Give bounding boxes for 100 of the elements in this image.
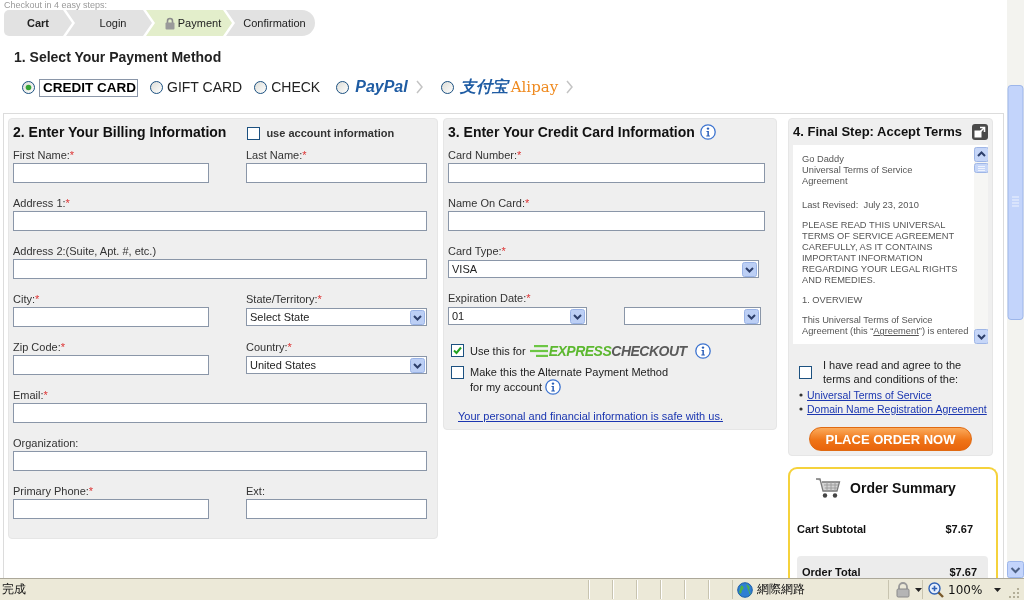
zoom-icon[interactable] xyxy=(928,581,944,598)
checkbox[interactable] xyxy=(451,344,464,357)
text-field[interactable] xyxy=(246,163,427,183)
radio-label[interactable]: CREDIT CARD xyxy=(39,78,138,97)
caret-icon[interactable] xyxy=(915,587,922,592)
globe-icon xyxy=(737,581,753,598)
field-label: State/Territory:* xyxy=(246,292,322,306)
field-label: Ext: xyxy=(246,484,265,498)
field-label: Name On Card:* xyxy=(448,196,530,210)
summary-amount: $7.67 xyxy=(945,522,973,536)
step-label: Confirmation xyxy=(243,17,306,29)
logo-text: EXPRESSCHECKOUT xyxy=(548,343,687,359)
info-icon[interactable] xyxy=(699,124,716,140)
bullet-icon xyxy=(799,407,803,411)
checkbox-label[interactable]: Make this the Alternate Payment Method for my account xyxy=(470,365,670,396)
field-label: Expiration Date:* xyxy=(448,291,531,305)
resize-grip-icon[interactable] xyxy=(1008,586,1020,599)
section-title: 4. Final Step: Accept Terms xyxy=(793,124,963,139)
terms-link[interactable]: Universal Terms of Service xyxy=(807,389,932,401)
info-icon[interactable] xyxy=(545,379,562,396)
text-field[interactable] xyxy=(246,499,427,519)
text-field[interactable] xyxy=(448,163,765,183)
dropdown[interactable]: VISA xyxy=(448,260,759,278)
radio-label[interactable]: GIFT CARD xyxy=(167,78,243,96)
checkbox[interactable] xyxy=(247,126,261,140)
field-label: First Name:* xyxy=(13,148,75,162)
text-field[interactable] xyxy=(13,259,427,279)
scrollbar[interactable] xyxy=(974,147,988,344)
scrollbar-thumb[interactable] xyxy=(1007,85,1024,320)
checkbox[interactable] xyxy=(451,366,464,379)
text-field[interactable] xyxy=(13,163,209,183)
field-label: Organization: xyxy=(13,436,79,450)
summary-title: Order Summary xyxy=(850,480,956,496)
speed-lines-icon xyxy=(529,344,548,358)
text-field[interactable] xyxy=(13,403,427,423)
summary-label: Order Total xyxy=(802,565,861,578)
summary-amount: $7.67 xyxy=(949,565,977,578)
caret-icon xyxy=(744,308,759,324)
field-label: Email:* xyxy=(13,388,48,402)
dropdown[interactable]: United States xyxy=(246,356,427,374)
radio-label[interactable]: CHECK xyxy=(271,78,321,96)
text-field[interactable] xyxy=(13,307,209,327)
checkbox[interactable] xyxy=(799,365,812,379)
radio-button[interactable] xyxy=(150,80,163,94)
radio-button[interactable] xyxy=(22,80,35,94)
scroll-down-button[interactable] xyxy=(974,329,988,344)
step-label: Cart xyxy=(27,17,49,29)
document-text: PLEASE READ THIS UNIVERSAL TERMS OF SERVICE AGREEMENT CAREFULLY, AS IT CONTAINS IMPORTANT INFORMATION REGARDING YOUR LEGAL RIGHTS AND REMEDIES. xyxy=(802,220,959,286)
logo-text[interactable]: PayPal xyxy=(355,78,408,96)
text-field[interactable] xyxy=(13,499,209,519)
scrollbar[interactable] xyxy=(1007,0,1024,578)
text-field[interactable] xyxy=(448,211,765,231)
expand-icon[interactable] xyxy=(972,123,988,140)
field-label: Primary Phone:* xyxy=(13,484,94,498)
document-text: 1. OVERVIEW xyxy=(802,295,863,306)
checkbox-label[interactable]: use account information xyxy=(266,127,395,139)
field-label: Card Number:* xyxy=(448,148,522,162)
dropdown[interactable] xyxy=(624,307,761,325)
scrollbar-thumb[interactable] xyxy=(974,163,988,173)
text-field[interactable] xyxy=(13,355,209,375)
text-field[interactable] xyxy=(13,451,427,471)
summary-label: Cart Subtotal xyxy=(797,522,867,536)
field-label: City:* xyxy=(13,292,40,306)
radio-button[interactable] xyxy=(254,80,268,94)
radio-button[interactable] xyxy=(440,80,454,94)
dropdown[interactable]: 01 xyxy=(448,307,587,325)
caret-icon xyxy=(570,308,585,324)
info-icon[interactable] xyxy=(694,343,711,359)
zoom-level[interactable]: 100% xyxy=(948,582,983,597)
step-label: Login xyxy=(99,17,127,29)
radio-button[interactable] xyxy=(336,80,350,94)
chevron-icon xyxy=(415,80,423,94)
zone-text: 網際網路 xyxy=(757,581,805,598)
padlock-icon xyxy=(164,16,175,30)
text-field[interactable] xyxy=(13,211,427,231)
field-label: Address 1:* xyxy=(13,196,70,210)
field-label: Card Type:* xyxy=(448,244,506,258)
status-text: 完成 xyxy=(1,581,27,598)
terms-link[interactable]: Domain Name Registration Agreement xyxy=(807,403,987,415)
document-text: Last Revised: July 23, 2010 xyxy=(802,200,919,211)
checkbox-label[interactable]: I have read and agree to the terms and conditions of the: xyxy=(823,358,973,386)
checkbox-label[interactable]: Use this for xyxy=(470,343,526,359)
scroll-up-button[interactable] xyxy=(974,147,988,162)
field-label: Address 2:(Suite, Apt. #, etc.) xyxy=(13,244,157,258)
scroll-down-button[interactable] xyxy=(1007,561,1024,578)
section-title: 2. Enter Your Billing Information xyxy=(13,124,227,140)
section-title: 3. Enter Your Credit Card Information xyxy=(448,124,695,140)
caret-icon[interactable] xyxy=(994,587,1002,592)
document-text: This Universal Terms of Service Agreement (this “Agreement”) is entered xyxy=(802,315,970,337)
caret-icon xyxy=(410,309,425,325)
document-link[interactable]: Agreement xyxy=(873,326,919,336)
chevron-icon xyxy=(566,80,574,94)
step-label: Payment xyxy=(177,17,222,29)
intro-text: Checkout in 4 easy steps: xyxy=(3,0,108,10)
bullet-icon xyxy=(799,393,803,397)
field-label: Last Name:* xyxy=(246,148,307,162)
section-title: 1. Select Your Payment Method xyxy=(14,48,222,66)
document-text: Go Daddy xyxy=(802,154,844,165)
security-link[interactable]: Your personal and financial information is safe with us. xyxy=(458,410,723,423)
dropdown[interactable]: Select State xyxy=(246,308,427,326)
